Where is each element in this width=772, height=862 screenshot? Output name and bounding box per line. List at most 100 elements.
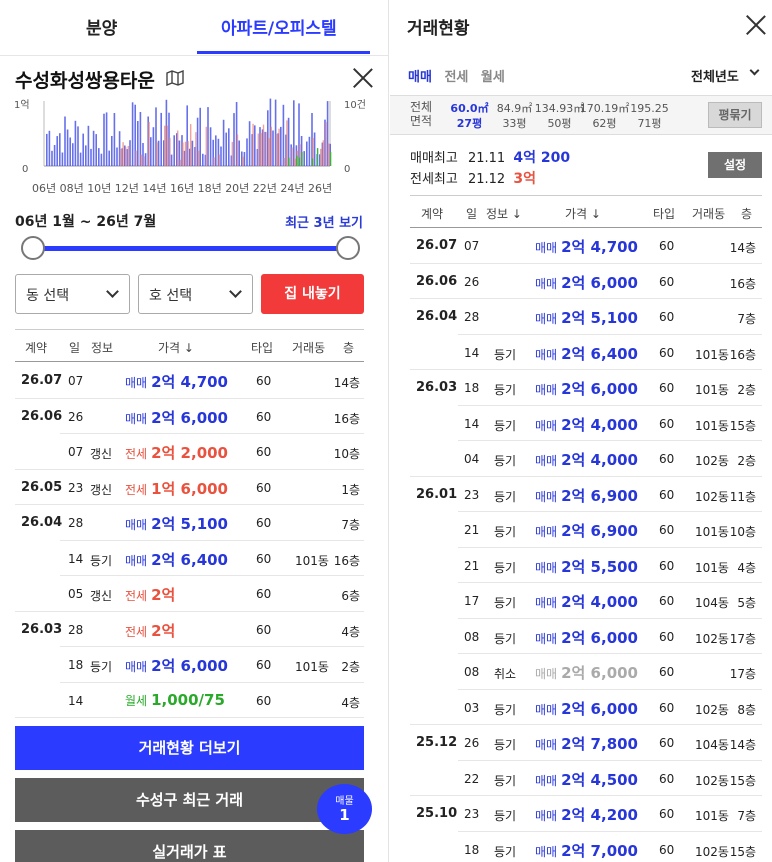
chart-jeonse-bar xyxy=(177,130,179,166)
list-home-button[interactable]: 집 내놓기 xyxy=(261,274,364,314)
deal-building: 101동 xyxy=(695,560,729,575)
table-row[interactable]: 14 등기 매매 2억 6,400 60 101동 16층 xyxy=(410,335,762,371)
table-row[interactable]: 05 갱신 전세 2억 60 6층 xyxy=(15,576,364,612)
range-end-handle[interactable] xyxy=(336,236,360,260)
close-panel-icon[interactable] xyxy=(353,68,373,88)
year-select[interactable]: 전체년도 xyxy=(691,66,739,85)
tab-apartment[interactable]: 아파트/오피스텔 xyxy=(221,14,337,39)
contract-day: 18 xyxy=(464,381,480,395)
col-price[interactable]: 가격 ↓ xyxy=(158,339,194,356)
table-row[interactable]: 17 등기 매매 2억 4,000 60 104동 5층 xyxy=(410,583,762,619)
table-row[interactable]: 26.04 28 매매 2억 5,100 60 7층 xyxy=(15,505,364,541)
table-row[interactable]: 26.07 07 매매 2억 4,700 60 14층 xyxy=(410,228,762,264)
table-row[interactable]: 08 등기 매매 2억 6,000 60 102동 17층 xyxy=(410,619,762,655)
map-icon[interactable] xyxy=(166,70,184,86)
table-row[interactable]: 08 취소 매매 2억 6,000 60 17층 xyxy=(410,654,762,690)
table-row[interactable]: 22 등기 매매 2억 4,500 60 102동 15층 xyxy=(410,761,762,797)
deal-floor: 4층 xyxy=(737,560,756,575)
deal-amount: 2억 5,100 xyxy=(151,515,228,533)
col-price[interactable]: 가격 ↓ xyxy=(565,205,601,222)
table-row[interactable]: 07 갱신 전세 2억 2,000 60 10층 xyxy=(15,434,364,470)
chart-sale-bar xyxy=(222,119,225,166)
table-row[interactable]: 26.01 23 등기 매매 2억 6,900 60 102동 11층 xyxy=(410,477,762,513)
deal-amount: 2억 4,200 xyxy=(561,806,638,824)
range-start-handle[interactable] xyxy=(21,236,45,260)
ho-select[interactable]: 호 선택 xyxy=(138,274,253,314)
tab-sale[interactable]: 매매 xyxy=(408,70,432,85)
table-row[interactable]: 26.03 18 등기 매매 2억 6,000 60 101동 2층 xyxy=(410,370,762,406)
table-row[interactable]: 26.03 28 전세 2억 60 4층 xyxy=(15,612,364,648)
table-row[interactable]: 25.10 23 등기 매매 2억 4,200 60 101동 7층 xyxy=(410,796,762,832)
chart-jeonse-bar xyxy=(260,132,262,166)
district-recent-button[interactable]: 수성구 최근 거래 xyxy=(15,778,364,822)
deal-price: 매매 2억 7,800 xyxy=(535,733,638,754)
contract-month: 26.03 xyxy=(21,621,63,637)
table-row[interactable]: 21 등기 매매 2억 6,900 60 101동 10층 xyxy=(410,512,762,548)
deal-price: 매매 2억 4,000 xyxy=(535,449,638,470)
deal-type-area: 60 xyxy=(256,622,272,637)
recent-3yr-link[interactable]: 최근 3년 보기 xyxy=(285,212,363,231)
contract-day: 22 xyxy=(464,771,480,786)
deal-floor: 17층 xyxy=(729,631,756,646)
deal-amount: 2억 xyxy=(151,621,176,640)
table-row[interactable]: 14 등기 매매 2억 4,000 60 101동 15층 xyxy=(410,406,762,442)
table-row[interactable]: 26.07 07 매매 2억 4,700 60 14층 xyxy=(15,363,364,399)
deal-building: 101동 xyxy=(695,525,729,539)
table-row[interactable]: 14 등기 매매 2억 6,400 60 101동 16층 xyxy=(15,541,364,577)
deal-price: 매매 2억 6,900 xyxy=(535,485,638,506)
table-row[interactable]: 14 월세 1,000/75 60 4층 xyxy=(15,683,364,719)
deal-info: 등기 xyxy=(494,809,517,823)
col-info[interactable]: 정보 ↓ xyxy=(486,205,522,222)
chart-jeonse-bar xyxy=(156,142,158,166)
contract-month: 26.07 xyxy=(416,238,458,253)
deal-type: 전세 xyxy=(125,624,148,639)
chart-wolse-bar xyxy=(329,151,332,166)
deal-type: 매매 xyxy=(535,383,558,397)
table-row[interactable]: 26.06 26 매매 2억 6,000 60 16층 xyxy=(15,399,364,435)
table-row[interactable]: 04 등기 매매 2억 4,000 60 102동 2층 xyxy=(410,441,762,477)
tab-wolse[interactable]: 월세 xyxy=(481,70,505,85)
table-row[interactable]: 26.04 28 매매 2억 5,100 60 7층 xyxy=(410,299,762,335)
chart-jeonse-bar xyxy=(187,141,189,166)
chart-sale-bar xyxy=(228,128,230,166)
deal-amount: 2억 6,400 xyxy=(561,344,638,363)
more-transactions-button[interactable]: 거래현황 더보기 xyxy=(15,726,364,770)
pyeong-group-button[interactable]: 평묶기 xyxy=(708,102,762,128)
deal-info: 등기 xyxy=(90,660,113,674)
listing-badge[interactable]: 매물 1 xyxy=(317,784,372,834)
deal-type-area: 60 xyxy=(659,452,675,466)
contract-day: 07 xyxy=(464,239,480,253)
chart-right-axis-top: 10건 xyxy=(344,100,366,111)
chart-sale-bar xyxy=(220,146,222,166)
real-price-table-button[interactable]: 실거래가 표 xyxy=(15,830,364,862)
table-row[interactable]: 18 등기 매매 2억 6,000 60 101동 2층 xyxy=(15,647,364,683)
tab-presale[interactable]: 분양 xyxy=(86,14,117,39)
table-row[interactable]: 03 등기 매매 2억 6,000 60 102동 8층 xyxy=(410,690,762,726)
deal-floor: 7층 xyxy=(341,518,360,532)
col-day: 일 xyxy=(466,207,478,221)
deal-price: 매매 2억 6,000 xyxy=(125,407,228,428)
active-tab-underline xyxy=(197,51,370,54)
table-row[interactable]: 18 등기 매매 2억 7,000 60 102동 15층 xyxy=(410,832,762,862)
table-row[interactable]: 26.05 23 갱신 전세 1억 6,000 60 1층 xyxy=(15,470,364,506)
contract-month: 26.06 xyxy=(21,408,63,424)
table-row[interactable]: 25.12 26 등기 매매 2억 7,800 60 104동 14층 xyxy=(410,725,762,761)
contract-day: 28 xyxy=(68,516,84,530)
chart-sale-bar xyxy=(79,152,82,166)
settings-button[interactable]: 설정 xyxy=(708,152,762,178)
date-range-track[interactable] xyxy=(33,246,348,251)
chevron-down-icon xyxy=(229,285,242,298)
deal-floor: 10층 xyxy=(333,447,360,461)
area-option[interactable]: 195.25 71평 xyxy=(622,101,677,131)
table-row[interactable]: 21 등기 매매 2억 5,500 60 101동 4층 xyxy=(410,548,762,584)
chart-jeonse-bar xyxy=(197,150,200,166)
dong-select[interactable]: 동 선택 xyxy=(15,274,130,314)
deal-type: 전세 xyxy=(125,447,148,461)
tab-jeonse[interactable]: 전세 xyxy=(444,70,468,85)
table-row[interactable]: 26.06 26 매매 2억 6,000 60 16층 xyxy=(410,264,762,300)
ho-select-value: 호 선택 xyxy=(149,288,193,304)
contract-day: 23 xyxy=(464,487,480,502)
close-right-panel-icon[interactable] xyxy=(746,15,766,35)
deal-type: 매매 xyxy=(535,454,558,468)
chart-jeonse-bar xyxy=(169,137,171,166)
